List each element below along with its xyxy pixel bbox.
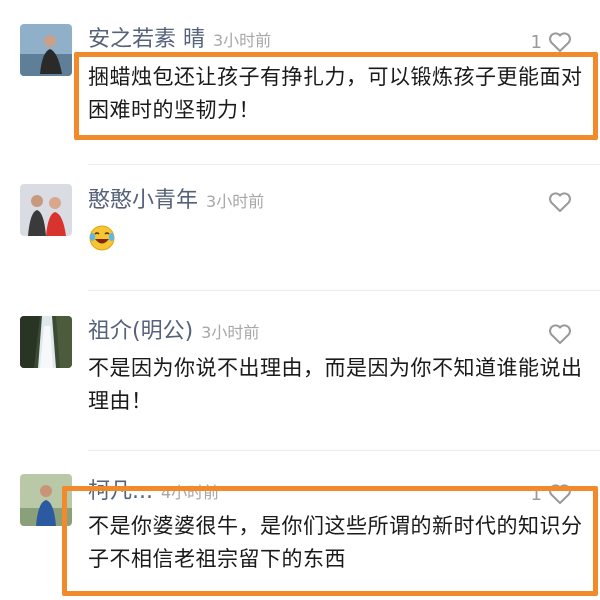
comment-text: 不是因为你说不出理由，而是因为你不知道谁能说出理由！ [88,356,583,413]
like-count: 1 [530,31,542,53]
comment-text: 捆蜡烛包还让孩子有挣扎力，可以锻炼孩子更能面对困难时的坚韧力！ [88,65,583,122]
heart-outline-icon [549,324,571,344]
comment-author[interactable]: 安之若素 晴 3小时前 [88,26,271,55]
comment-text: 不是你婆婆很牛，是你们这些所谓的新时代的知识分子不相信老祖宗留下的东西 [88,514,583,571]
comment-time: 4小时前 [160,483,220,502]
comment-time: 3小时前 [201,323,260,342]
avatar[interactable] [20,474,72,526]
divider [88,290,600,291]
divider [88,450,600,451]
like-button[interactable]: 1 [531,483,572,505]
like-button[interactable]: 1 [531,31,572,53]
comment-time: 3小时前 [213,31,272,50]
avatar[interactable] [20,24,72,76]
heart-outline-icon [549,484,571,504]
avatar[interactable] [20,316,72,368]
divider [88,164,600,165]
heart-outline-icon [549,192,571,212]
comment-author[interactable]: 祖介(明公) 3小时前 [88,318,259,347]
comment-time: 3小时前 [206,192,265,211]
heart-outline-icon [549,32,571,52]
like-button[interactable] [548,323,572,345]
comment-author[interactable]: 憨憨小青年 3小时前 [88,187,264,216]
comment-author[interactable]: 柯凡... 4小时前 [88,478,219,507]
like-count: 1 [530,483,542,505]
laughing-crying-emoji [89,225,115,251]
avatar[interactable] [20,184,72,236]
like-button[interactable] [548,191,572,213]
